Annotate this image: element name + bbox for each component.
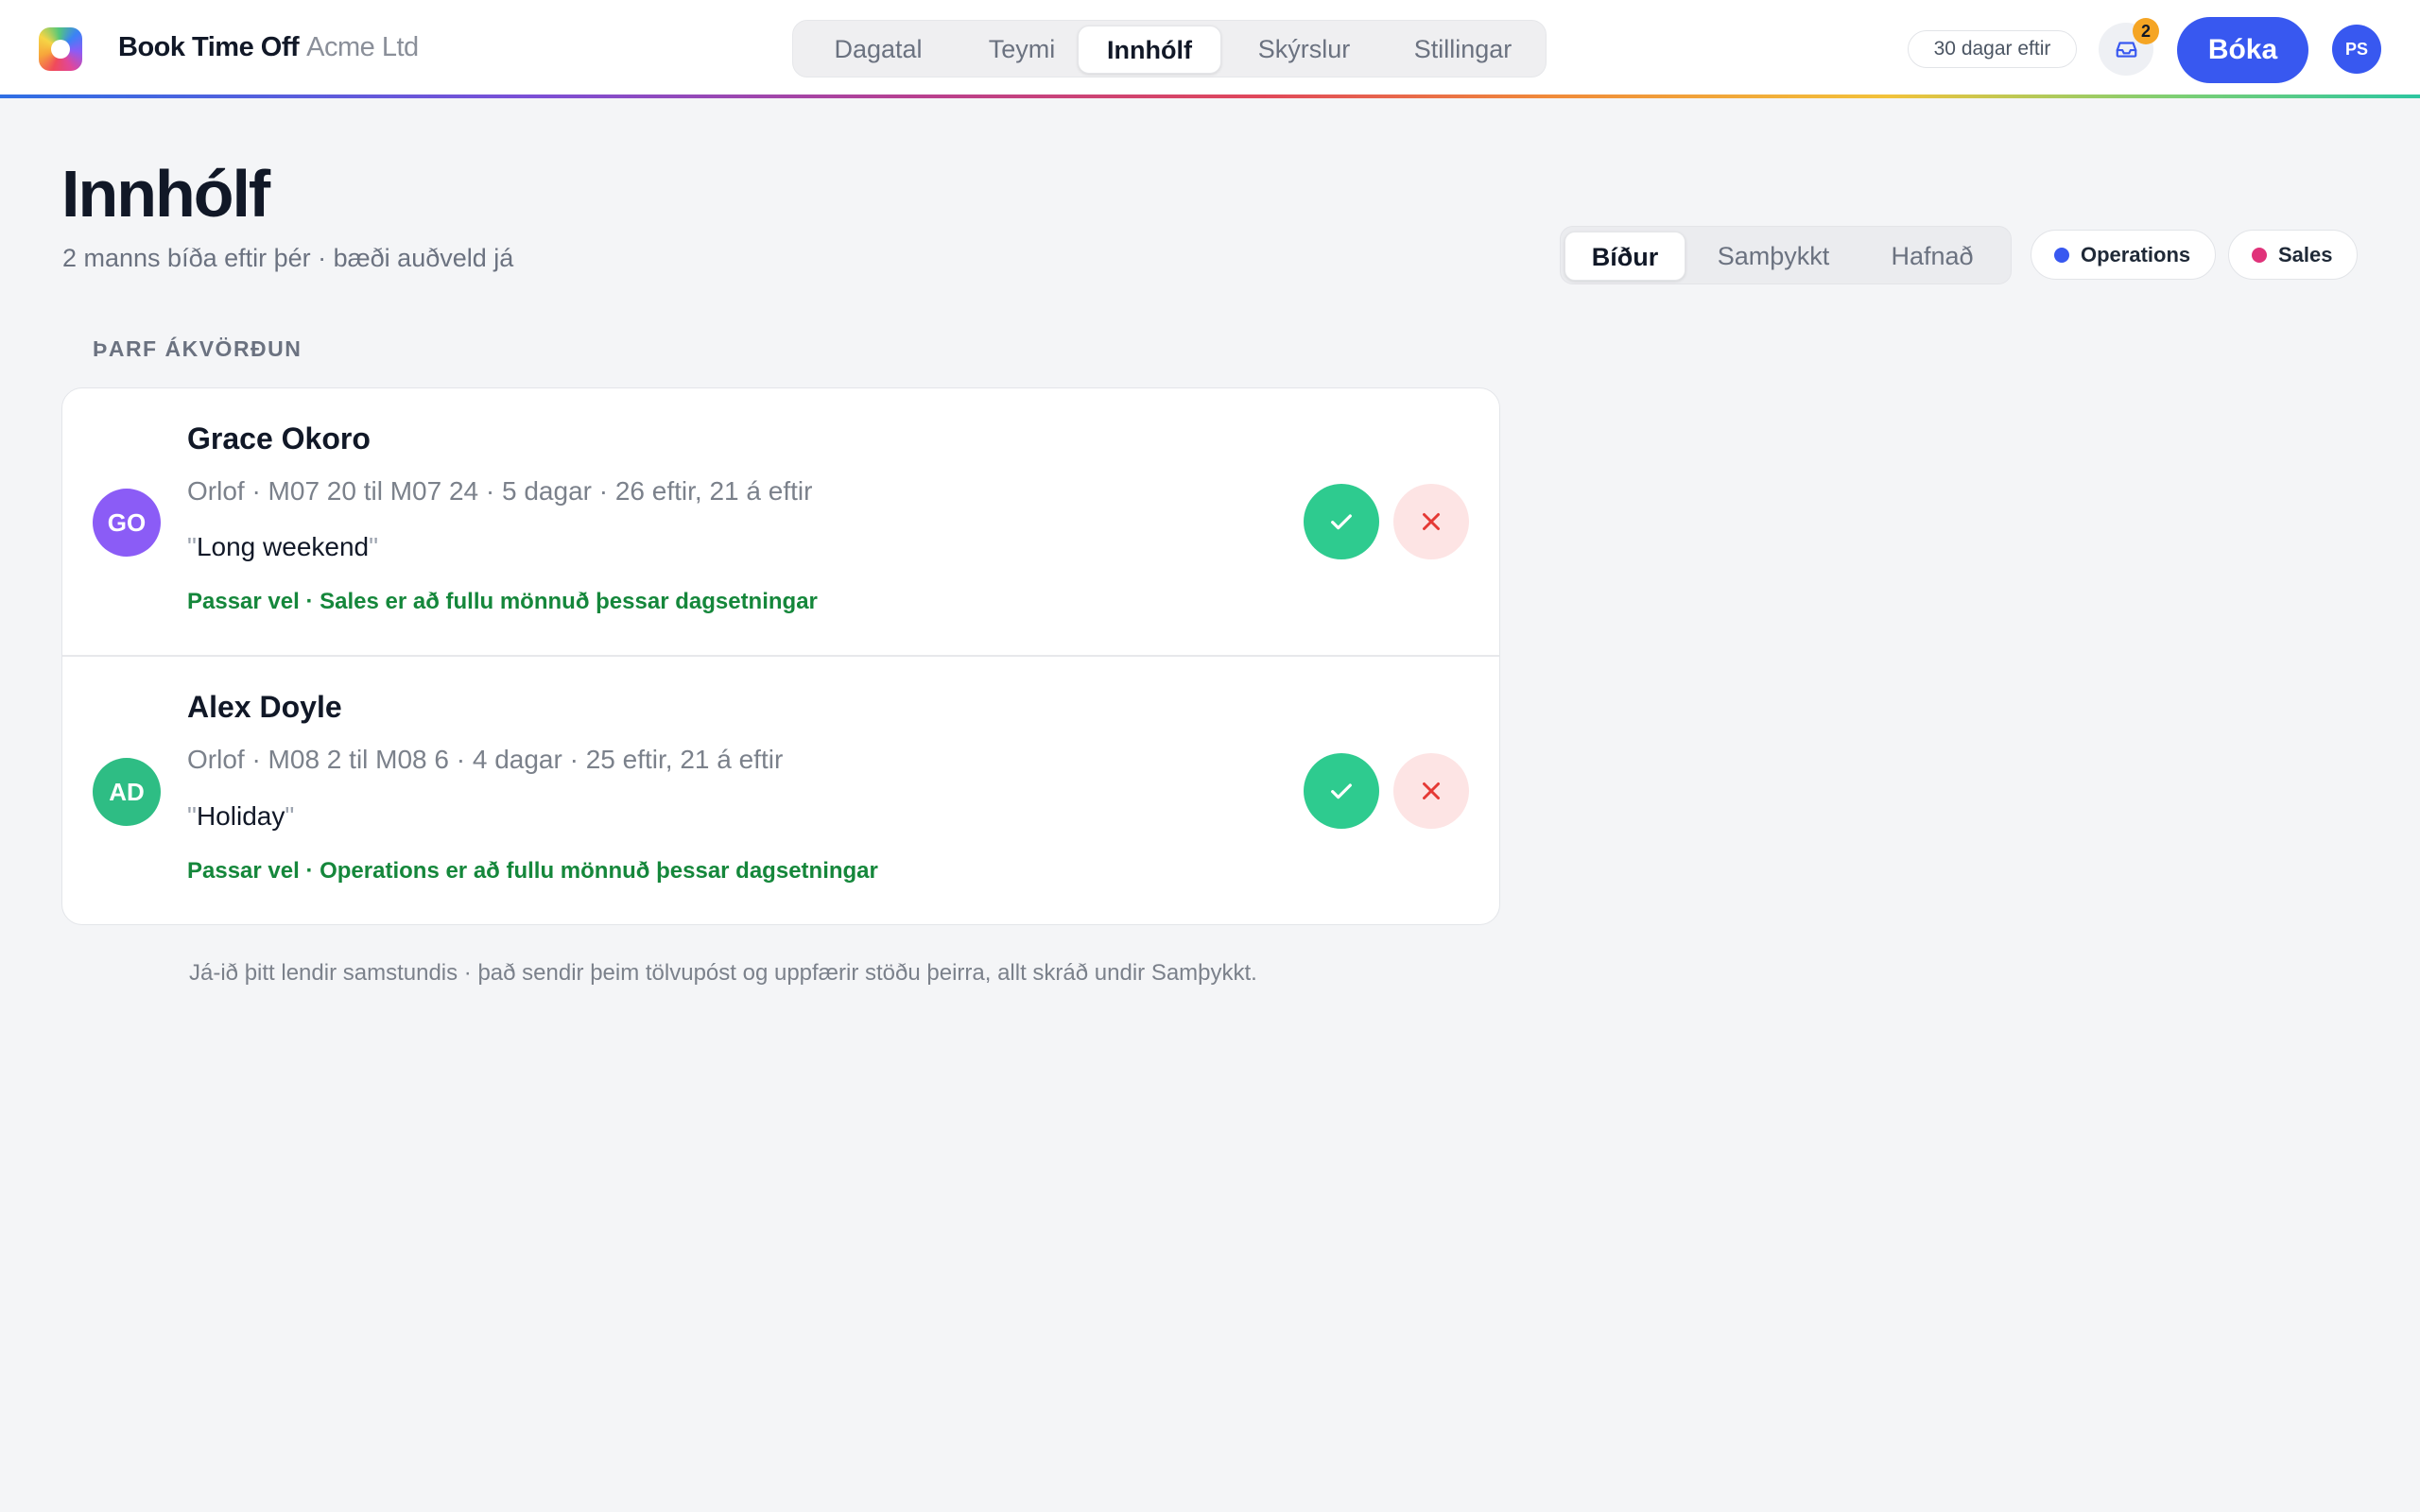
top-bar: Book Time Off Acme Ltd Dagatal Teymi Innh… <box>0 0 2420 98</box>
request-note-text: Holiday <box>196 801 285 831</box>
requester-avatar: GO <box>93 489 161 557</box>
approve-button[interactable] <box>1304 753 1379 829</box>
app-logo-icon[interactable] <box>39 27 82 71</box>
team-filter-label: Operations <box>2081 243 2191 266</box>
request-note-text: Long weekend <box>196 532 370 561</box>
reject-button[interactable] <box>1393 753 1469 829</box>
book-button[interactable]: Bóka <box>2177 17 2308 83</box>
request-row: GO Grace Okoro Orlof · M07 20 til M07 24… <box>62 388 1499 657</box>
nav-tab-skyrslur[interactable]: Skýrslur <box>1226 26 1382 74</box>
accent-gradient-bar <box>0 94 2420 98</box>
status-filter: Bíður Samþykkt Hafnað <box>1560 226 2012 284</box>
status-tab-pending[interactable]: Bíður <box>1564 232 1685 281</box>
request-details: Orlof · M08 2 til M08 6 · 4 dagar · 25 e… <box>187 745 784 774</box>
team-filter-label: Sales <box>2278 243 2333 266</box>
team-color-dot <box>2252 248 2267 263</box>
nav-tab-teymi[interactable]: Teymi <box>960 26 1083 74</box>
org-name: Acme Ltd <box>306 32 419 62</box>
team-filter-sales[interactable]: Sales <box>2228 230 2358 280</box>
reject-button[interactable] <box>1393 484 1469 559</box>
days-left-pill: 30 dagar eftir <box>1908 30 2077 68</box>
page-title: Innhólf <box>61 157 270 231</box>
main-nav: Dagatal Teymi Innhólf Skýrslur Stillinga… <box>792 20 1547 77</box>
approve-button[interactable] <box>1304 484 1379 559</box>
inbox-icon <box>2116 42 2137 58</box>
check-icon <box>1331 783 1352 799</box>
status-tab-approved[interactable]: Samþykkt <box>1693 232 1854 281</box>
check-icon <box>1331 514 1352 530</box>
request-row: AD Alex Doyle Orlof · M08 2 til M08 6 · … <box>62 657 1499 925</box>
team-filter-operations[interactable]: Operations <box>2031 230 2216 280</box>
nav-tab-innholf[interactable]: Innhólf <box>1078 26 1221 74</box>
requests-card: GO Grace Okoro Orlof · M07 20 til M07 24… <box>61 387 1500 925</box>
request-note: "Holiday" <box>187 801 295 831</box>
requester-name: Alex Doyle <box>187 690 342 724</box>
requester-avatar: AD <box>93 758 161 826</box>
status-tab-rejected[interactable]: Hafnað <box>1861 232 2003 281</box>
brand: Book Time Off Acme Ltd <box>118 32 419 63</box>
request-note: "Long weekend" <box>187 532 379 561</box>
footnote: Já-ið þitt lendir samstundis · það sendi… <box>189 960 1257 986</box>
coverage-fit-note: Passar vel · Sales er að fullu mönnuð þe… <box>187 589 818 614</box>
x-icon <box>1423 782 1440 799</box>
nav-tab-dagatal[interactable]: Dagatal <box>798 26 959 74</box>
coverage-fit-note: Passar vel · Operations er að fullu mönn… <box>187 858 878 884</box>
app-name: Book Time Off <box>118 32 300 62</box>
x-icon <box>1423 513 1440 530</box>
request-details: Orlof · M07 20 til M07 24 · 5 dagar · 26… <box>187 476 813 506</box>
nav-tab-stillingar[interactable]: Stillingar <box>1384 26 1542 74</box>
requester-name: Grace Okoro <box>187 421 371 455</box>
team-color-dot <box>2054 248 2069 263</box>
inbox-count-badge: 2 <box>2133 18 2159 44</box>
user-avatar[interactable]: PS <box>2332 25 2381 74</box>
page-subtitle: 2 manns bíða eftir þér · bæði auðveld já <box>62 244 514 272</box>
section-label: ÞARF ÁKVÖRÐUN <box>93 336 302 361</box>
